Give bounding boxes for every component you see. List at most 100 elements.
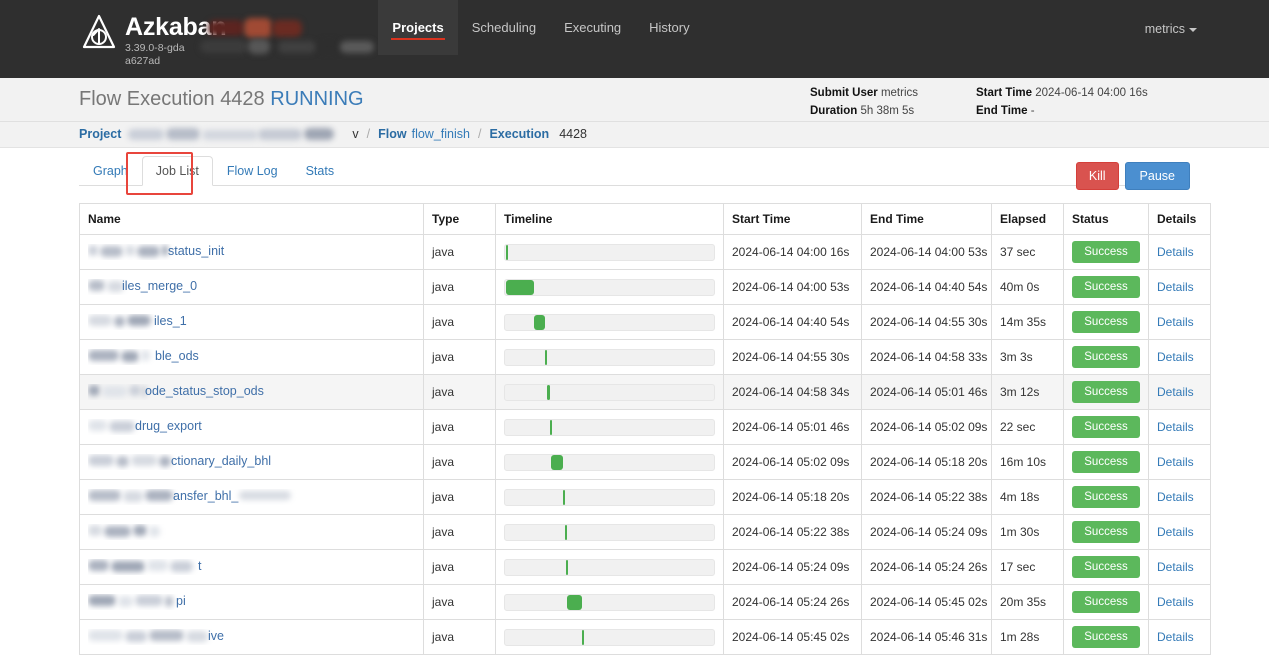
job-name-link[interactable]: ble_ods (88, 349, 415, 365)
column-header-name[interactable]: Name (79, 203, 424, 235)
job-name-link[interactable]: iles_merge_0 (88, 279, 415, 295)
job-name-link[interactable]: status_init (88, 244, 415, 260)
job-details-cell[interactable]: Details (1148, 444, 1211, 480)
table-row[interactable]: ctionary_daily_bhl java 2024-06-14 05:02 0… (79, 444, 1211, 480)
brand-block[interactable]: Azkaban 3.39.0-8-gdaa627ad (0, 0, 227, 78)
job-details-cell[interactable]: Details (1148, 339, 1211, 375)
job-details-cell[interactable]: Details (1148, 514, 1211, 550)
timeline-bar (505, 244, 509, 260)
table-row[interactable]: ive java 2024-06-14 05:45 02s 2024-06-14 05… (79, 619, 1211, 655)
job-name-cell[interactable]: iles_1 (79, 304, 424, 340)
navbar-right: metrics (1145, 0, 1269, 78)
column-header-elapsed[interactable]: Elapsed (991, 203, 1064, 235)
job-end-time-cell: 2024-06-14 05:18 20s (861, 444, 992, 480)
details-link[interactable]: Details (1157, 385, 1194, 399)
job-name-cell[interactable] (79, 514, 424, 550)
table-body: status_init java 2024-06-14 04:00 16s 2024-… (79, 234, 1211, 655)
user-menu-button[interactable]: metrics (1145, 22, 1197, 36)
table-row[interactable]: ble_ods java 2024-06-14 04:55 30s 2024-06-1… (79, 339, 1211, 375)
job-name-link[interactable]: ode_status_stop_ods (88, 384, 415, 400)
column-header-type[interactable]: Type (423, 203, 496, 235)
details-link[interactable]: Details (1157, 420, 1194, 434)
job-name-link[interactable]: ive (88, 629, 415, 645)
table-row[interactable]: java 2024-06-14 05:22 38s 2024-06-14 05:24… (79, 514, 1211, 550)
job-details-cell[interactable]: Details (1148, 374, 1211, 410)
column-header-status[interactable]: Status (1063, 203, 1149, 235)
job-details-cell[interactable]: Details (1148, 549, 1211, 585)
job-name-cell[interactable]: t (79, 549, 424, 585)
pause-button[interactable]: Pause (1124, 162, 1190, 190)
details-link[interactable]: Details (1157, 560, 1194, 574)
job-name-text: ble_ods (155, 349, 199, 363)
nav-link-scheduling[interactable]: Scheduling (458, 0, 550, 55)
details-link[interactable]: Details (1157, 525, 1194, 539)
job-details-cell[interactable]: Details (1148, 234, 1211, 270)
job-name-text: ctionary_daily_bhl (171, 454, 272, 468)
job-name-link[interactable] (88, 524, 415, 540)
job-name-text: iles_merge_0 (122, 279, 198, 293)
user-menu-label: metrics (1144, 22, 1185, 36)
details-link[interactable]: Details (1157, 280, 1194, 294)
job-elapsed-cell: 3m 3s (991, 339, 1064, 375)
table-row[interactable]: iles_merge_0 java 2024-06-14 04:00 53s 2024… (79, 269, 1211, 305)
kill-button[interactable]: Kill (1075, 162, 1119, 190)
job-name-cell[interactable]: ansfer_bhl_ (79, 479, 424, 515)
job-start-time-cell: 2024-06-14 05:01 46s (723, 409, 862, 445)
column-header-details[interactable]: Details (1148, 203, 1211, 235)
redaction-smudge (88, 630, 123, 641)
column-header-start[interactable]: Start Time (723, 203, 862, 235)
job-name-cell[interactable]: status_init (79, 234, 424, 270)
tab-job-list[interactable]: Job List (141, 156, 213, 186)
nav-link-executing[interactable]: Executing (550, 0, 635, 55)
job-details-cell[interactable]: Details (1148, 584, 1211, 620)
job-details-cell[interactable]: Details (1148, 269, 1211, 305)
job-name-link[interactable]: iles_1 (88, 314, 415, 330)
job-start-time-cell: 2024-06-14 05:24 26s (723, 584, 862, 620)
submit-user-value: metrics (880, 87, 919, 99)
job-name-cell[interactable]: ble_ods (79, 339, 424, 375)
details-link[interactable]: Details (1157, 595, 1194, 609)
job-name-link[interactable]: pi (88, 594, 415, 610)
table-row[interactable]: ansfer_bhl_ java 2024-06-14 05:18 20s 2024-… (79, 479, 1211, 515)
column-header-timeline[interactable]: Timeline (495, 203, 724, 235)
job-name-cell[interactable]: iles_merge_0 (79, 269, 424, 305)
details-link[interactable]: Details (1157, 315, 1194, 329)
job-name-cell[interactable]: pi (79, 584, 424, 620)
job-details-cell[interactable]: Details (1148, 409, 1211, 445)
table-row[interactable]: drug_export java 2024-06-14 05:01 46s 2024-… (79, 409, 1211, 445)
nav-link-projects[interactable]: Projects (378, 0, 458, 55)
job-name-cell[interactable]: ive (79, 619, 424, 655)
job-details-cell[interactable]: Details (1148, 619, 1211, 655)
nav-link-history[interactable]: History (635, 0, 703, 55)
status-badge: Success (1072, 486, 1140, 508)
job-name-cell[interactable]: drug_export (79, 409, 424, 445)
redaction-smudge (125, 631, 147, 642)
column-header-end[interactable]: End Time (861, 203, 992, 235)
breadcrumb-flow-value[interactable]: flow_finish (412, 127, 470, 141)
details-link[interactable]: Details (1157, 490, 1194, 504)
table-row[interactable]: ode_status_stop_ods java 2024-06-14 04:58 … (79, 374, 1211, 410)
details-link[interactable]: Details (1157, 350, 1194, 364)
job-name-link[interactable]: t (88, 559, 415, 575)
details-link[interactable]: Details (1157, 630, 1194, 644)
job-status-cell: Success (1063, 584, 1149, 620)
job-details-cell[interactable]: Details (1148, 479, 1211, 515)
table-row[interactable]: t java 2024-06-14 05:24 09s 2024-06-14 05:2… (79, 549, 1211, 585)
table-row[interactable]: pi java 2024-06-14 05:24 26s 2024-06-14 05:… (79, 584, 1211, 620)
table-row[interactable]: iles_1 java 2024-06-14 04:40 54s 2024-06-14… (79, 304, 1211, 340)
job-name-link[interactable]: ansfer_bhl_ (88, 489, 415, 505)
job-name-link[interactable]: ctionary_daily_bhl (88, 454, 415, 470)
table-head: Name Type Timeline Start Time End Time E… (79, 203, 1211, 235)
details-link[interactable]: Details (1157, 245, 1194, 259)
table-row[interactable]: status_init java 2024-06-14 04:00 16s 2024-… (79, 234, 1211, 270)
job-name-cell[interactable]: ctionary_daily_bhl (79, 444, 424, 480)
tab-flow-log[interactable]: Flow Log (213, 156, 292, 186)
job-details-cell[interactable]: Details (1148, 304, 1211, 340)
tab-graph[interactable]: Graph (79, 156, 142, 186)
tab-stats[interactable]: Stats (292, 156, 349, 186)
page-title-execid: 4428 (220, 88, 265, 110)
job-name-cell[interactable]: ode_status_stop_ods (79, 374, 424, 410)
job-type-cell: java (423, 339, 496, 375)
details-link[interactable]: Details (1157, 455, 1194, 469)
job-name-link[interactable]: drug_export (88, 419, 415, 435)
